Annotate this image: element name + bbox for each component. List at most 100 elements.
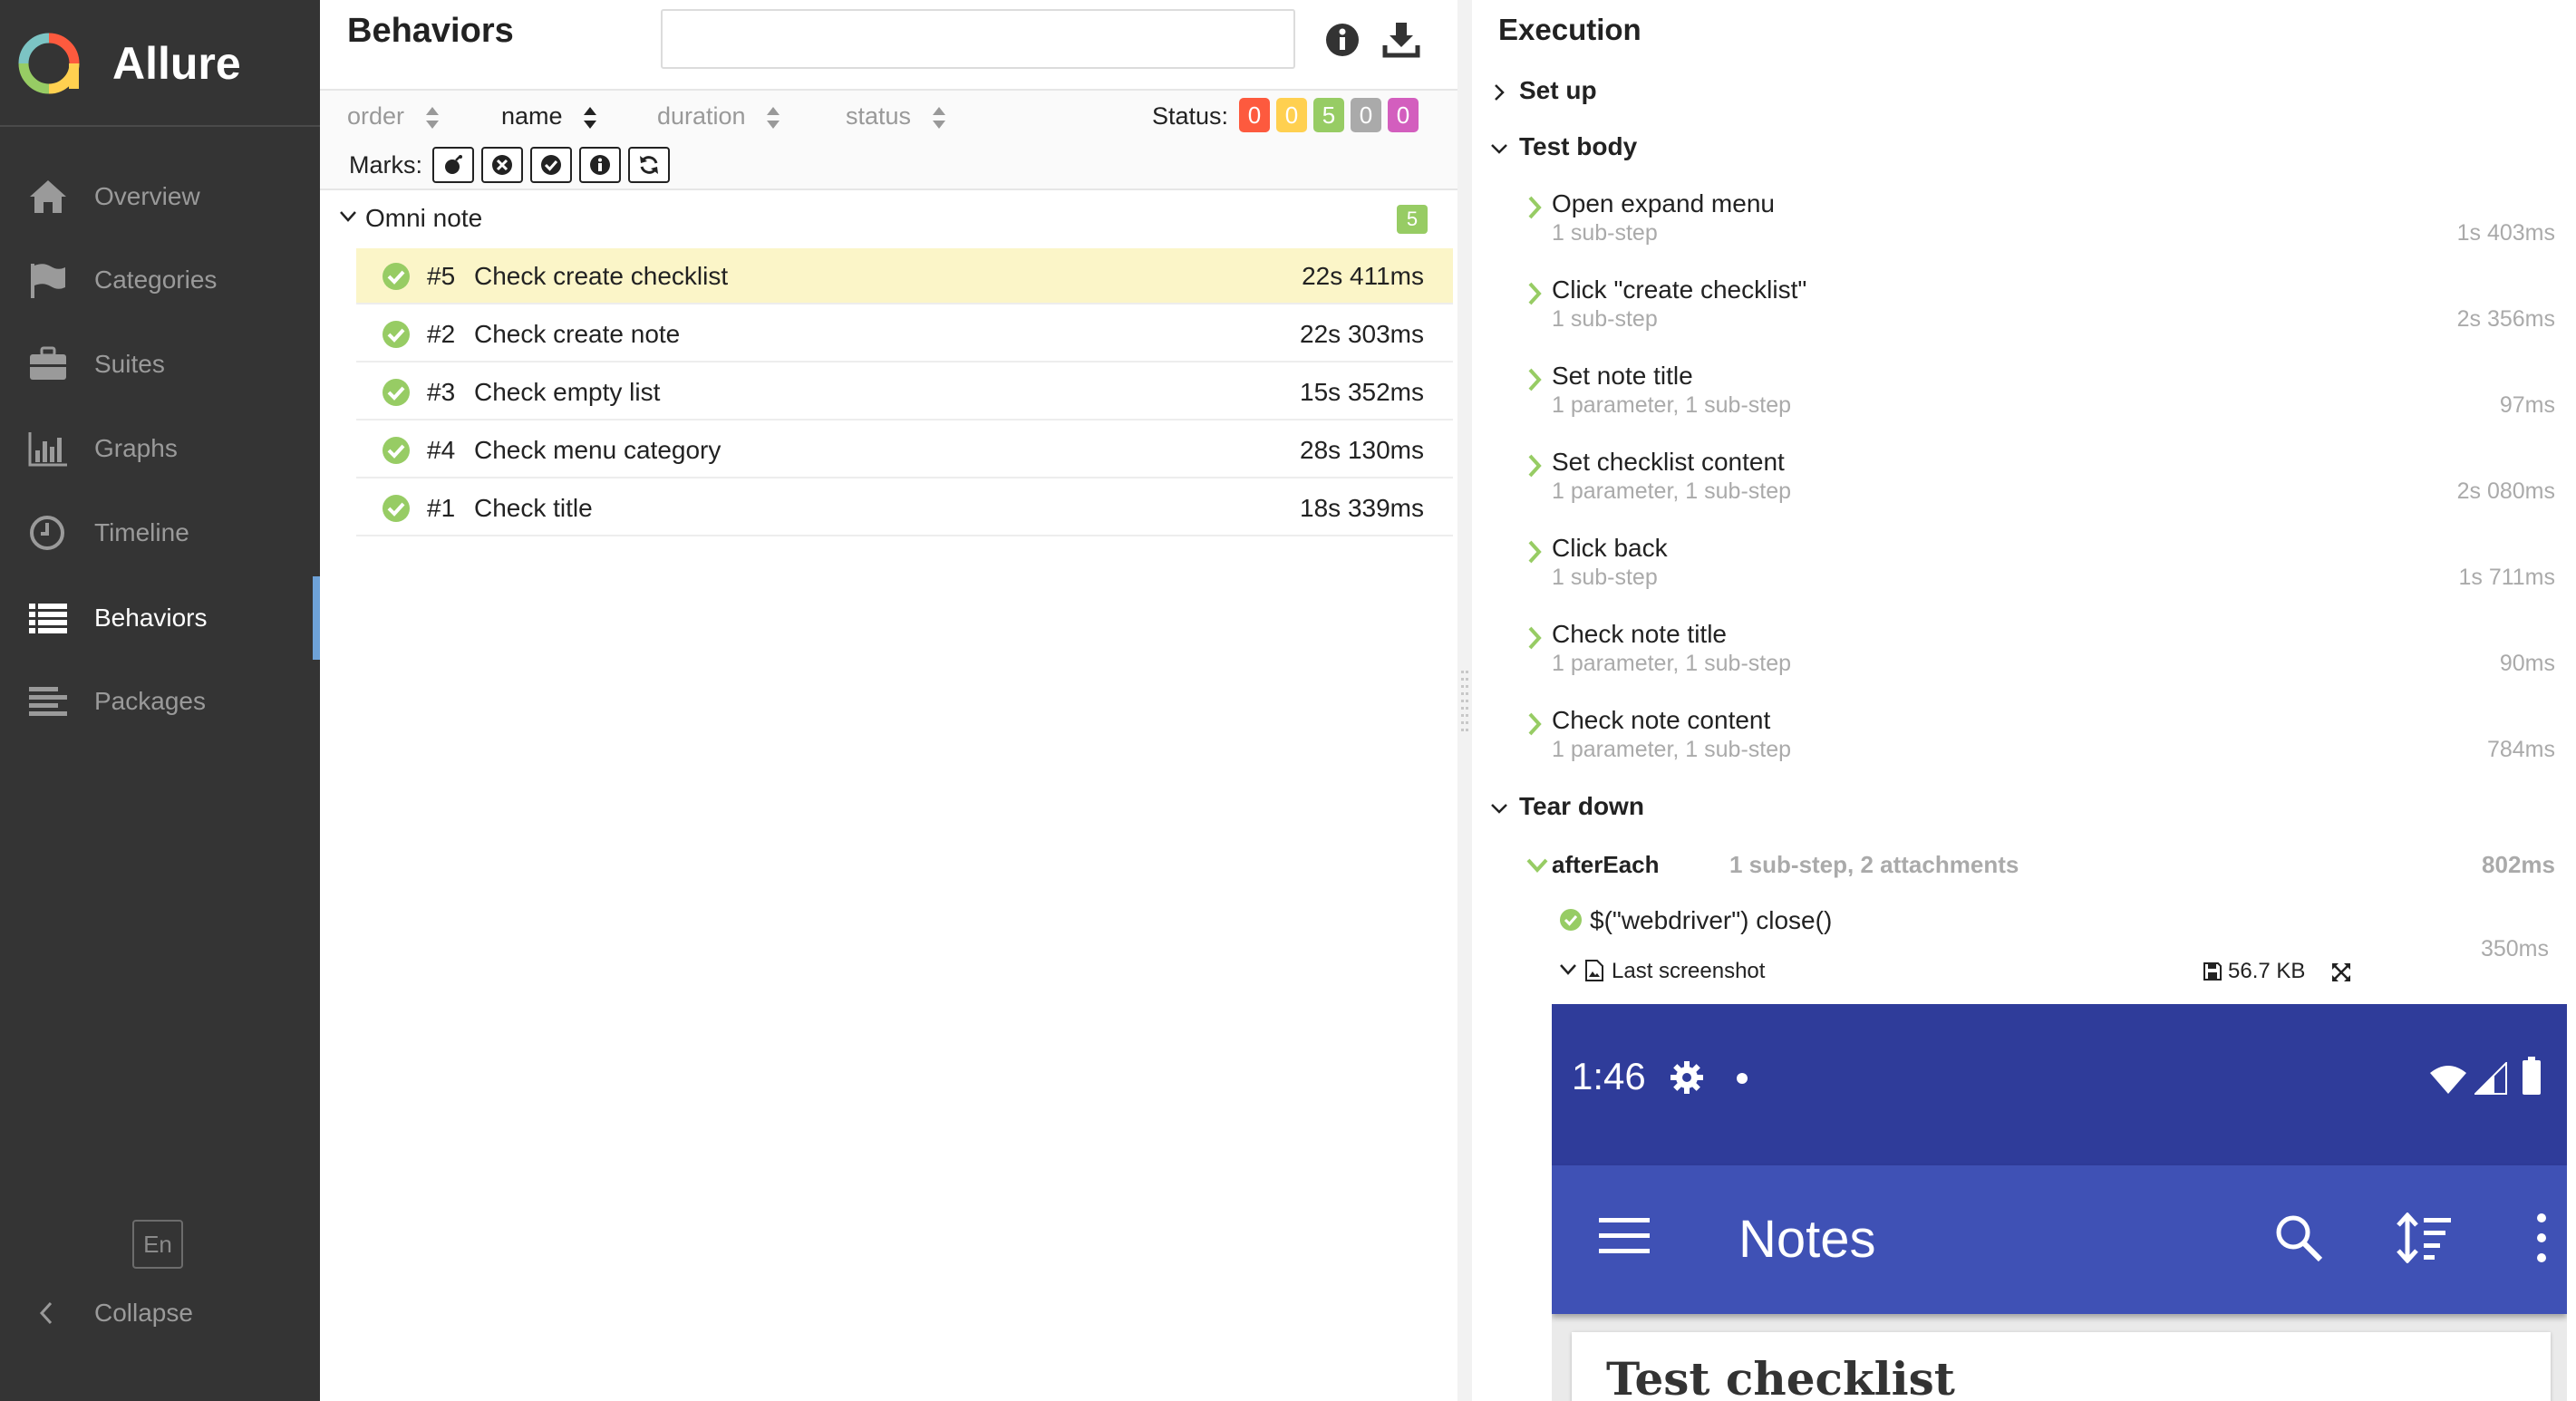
execution-title: Execution: [1498, 13, 1641, 46]
test-number: #5: [427, 262, 456, 290]
mark-retries-button[interactable]: [628, 147, 670, 183]
bar-chart-icon: [28, 432, 67, 467]
test-name: Check menu category: [474, 436, 721, 464]
sort-bar: order name duration status Status: 0 0 5…: [320, 89, 1457, 190]
status-broken-badge[interactable]: 0: [1276, 98, 1307, 132]
image-file-icon: [1585, 960, 1603, 981]
test-number: #2: [427, 320, 456, 348]
mark-new-passed-button[interactable]: [530, 147, 572, 183]
phone-app-title: Notes: [1738, 1210, 1876, 1269]
after-each-step[interactable]: afterEach 1 sub-step, 2 attachments 802m…: [1526, 846, 2569, 883]
sort-icon: [767, 106, 780, 129]
brand-name: Allure: [112, 38, 241, 89]
sort-order-button[interactable]: order: [347, 100, 441, 132]
chevron-down-icon: [1560, 964, 1576, 975]
passed-icon: [383, 263, 410, 290]
chevron-right-icon: [1528, 282, 1542, 305]
new-failed-icon: [492, 155, 512, 175]
sidebar-item-categories[interactable]: Categories: [0, 238, 320, 322]
test-name: Check create note: [474, 320, 681, 348]
sidebar-item-behaviors[interactable]: Behaviors: [0, 576, 320, 660]
sidebar-item-graphs[interactable]: Graphs: [0, 407, 320, 490]
mark-new-failed-button[interactable]: [481, 147, 523, 183]
step-row[interactable]: Set note title 1 parameter, 1 sub-step 9…: [1526, 357, 2569, 442]
tear-down-section[interactable]: Tear down: [1490, 788, 1644, 825]
phone-status-bar: 1:46: [1552, 1004, 2567, 1165]
test-row[interactable]: #3 Check empty list 15s 352ms: [356, 364, 1453, 420]
allure-logo-icon: [18, 33, 80, 94]
step-row[interactable]: Click back 1 sub-step 1s 711ms: [1526, 529, 2569, 614]
search-input[interactable]: [661, 9, 1295, 69]
status-passed-badge[interactable]: 5: [1313, 98, 1344, 132]
sidebar-item-suites[interactable]: Suites: [0, 323, 320, 406]
sidebar-item-label: Categories: [94, 266, 218, 294]
brand[interactable]: Allure: [0, 0, 320, 127]
status-failed-badge[interactable]: 0: [1239, 98, 1270, 132]
step-meta: 1 parameter, 1 sub-step: [1552, 651, 1792, 676]
passed-icon: [1560, 909, 1582, 931]
sort-status-label: status: [846, 102, 912, 130]
mark-flaky-button[interactable]: [432, 147, 474, 183]
language-button[interactable]: En: [132, 1220, 183, 1269]
sort-name-button[interactable]: name: [501, 100, 598, 132]
sub-step-row[interactable]: $("webdriver") close(): [1559, 903, 2565, 939]
test-row[interactable]: #1 Check title 18s 339ms: [356, 480, 1453, 536]
chevron-right-icon: [1528, 196, 1542, 219]
download-icon[interactable]: [1382, 20, 1420, 58]
sidebar-item-timeline[interactable]: Timeline: [0, 491, 320, 575]
sort-icon: [932, 106, 945, 129]
passed-icon: [383, 379, 410, 406]
info-icon[interactable]: [1324, 22, 1361, 58]
sort-name-label: name: [501, 102, 563, 130]
step-duration: 1s 711ms: [2458, 565, 2555, 590]
sidebar-item-label: Suites: [94, 350, 165, 378]
attachment-row[interactable]: Last screenshot 56.7 KB: [1559, 955, 2565, 988]
step-meta: 1 sub-step: [1552, 306, 1658, 332]
sort-status-button[interactable]: status: [846, 100, 947, 132]
hamburger-menu-icon: [1599, 1218, 1650, 1253]
test-number: #1: [427, 494, 456, 522]
status-skipped-badge[interactable]: 0: [1351, 98, 1381, 132]
sort-duration-button[interactable]: duration: [657, 100, 781, 132]
sidebar-item-overview[interactable]: Overview: [0, 155, 320, 238]
list-icon: [29, 604, 67, 633]
collapse-button[interactable]: Collapse: [0, 1272, 320, 1354]
chevron-right-icon: [1528, 712, 1542, 736]
sort-icon: [2397, 1213, 2451, 1263]
step-row[interactable]: Check note title 1 parameter, 1 sub-step…: [1526, 615, 2569, 700]
chevron-right-icon: [1528, 540, 1542, 564]
group-row[interactable]: Omni note 5: [320, 190, 1457, 246]
test-duration: 22s 411ms: [1302, 262, 1424, 290]
notification-dot-icon: [1737, 1073, 1748, 1084]
sidebar-item-label: Packages: [94, 687, 206, 715]
pane-splitter[interactable]: [1457, 0, 1472, 1401]
flag-icon: [31, 264, 65, 298]
status-unknown-badge[interactable]: 0: [1388, 98, 1419, 132]
step-row[interactable]: Open expand menu 1 sub-step 1s 403ms: [1526, 185, 2569, 270]
test-number: #4: [427, 436, 456, 464]
sidebar-item-label: Behaviors: [94, 604, 208, 632]
passed-icon: [383, 437, 410, 464]
sidebar-item-packages[interactable]: Packages: [0, 660, 320, 743]
step-row[interactable]: Set checklist content 1 parameter, 1 sub…: [1526, 443, 2569, 528]
test-body-section[interactable]: Test body: [1490, 129, 1637, 165]
step-row[interactable]: Click "create checklist" 1 sub-step 2s 3…: [1526, 271, 2569, 356]
chevron-down-icon: [1526, 858, 1548, 873]
after-each-duration: 802ms: [2482, 851, 2555, 878]
phone-time: 1:46: [1572, 1055, 1646, 1097]
test-row[interactable]: #4 Check menu category 28s 130ms: [356, 422, 1453, 478]
step-duration: 784ms: [2486, 737, 2555, 762]
step-duration: 97ms: [2499, 392, 2555, 418]
test-row[interactable]: #5 Check create checklist 22s 411ms: [356, 248, 1453, 304]
home-icon: [30, 180, 66, 213]
save-icon[interactable]: [2203, 961, 2223, 981]
expand-icon[interactable]: [2331, 962, 2351, 982]
chevron-right-icon: [1528, 626, 1542, 650]
test-row[interactable]: #2 Check create note 22s 303ms: [356, 306, 1453, 362]
gear-icon: [1671, 1061, 1703, 1094]
mark-new-broken-button[interactable]: [579, 147, 621, 183]
passed-icon: [383, 495, 410, 522]
sidebar-item-label: Graphs: [94, 434, 178, 462]
setup-section[interactable]: Set up: [1490, 72, 1597, 109]
step-row[interactable]: Check note content 1 parameter, 1 sub-st…: [1526, 701, 2569, 787]
